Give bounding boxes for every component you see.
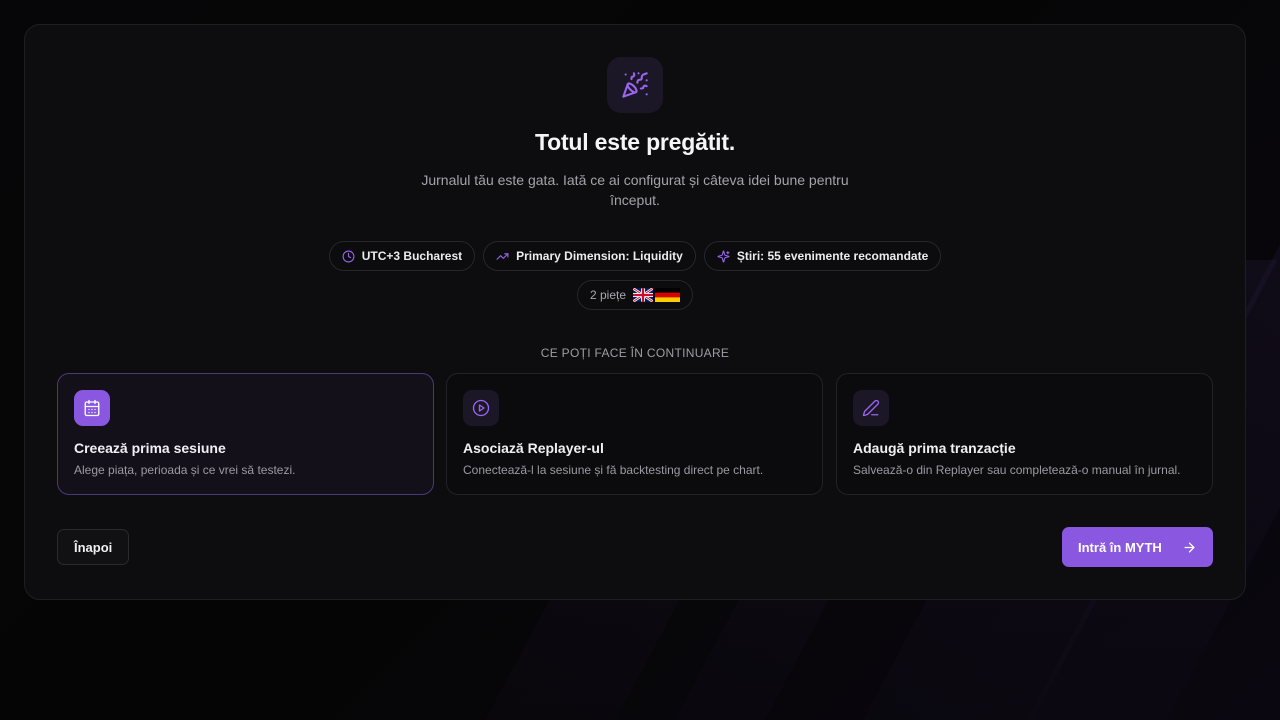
timezone-chip: UTC+3 Bucharest	[328, 241, 476, 271]
arrow-right-icon	[1184, 542, 1195, 552]
markets-row: 2 piețe	[25, 280, 1245, 310]
trending-up-icon	[496, 252, 509, 260]
dimension-chip-label: Primary Dimension: Liquidity	[516, 249, 683, 263]
uk-flag-icon	[633, 288, 654, 302]
news-chip-label: Știri: 55 evenimente recomandate	[736, 249, 929, 263]
markets-chip-label: 2 piețe	[589, 288, 627, 302]
pencil-icon	[853, 390, 889, 426]
tile-description: Alege piața, perioada și ce vrei să test…	[74, 463, 296, 477]
create-session-tile[interactable]: Creează prima sesiune Alege piața, perio…	[57, 373, 434, 495]
enter-myth-label: Intră în MYTH	[1078, 539, 1162, 555]
link-replayer-tile[interactable]: Asociază Replayer-ul Conectează-l la ses…	[446, 373, 823, 495]
play-circle-icon	[463, 390, 499, 426]
markets-chip: 2 piețe	[576, 280, 694, 310]
page-title: Totul este pregătit.	[534, 129, 736, 155]
next-steps-heading: CE POȚI FACE ÎN CONTINUARE	[540, 346, 730, 360]
sparkles-icon	[717, 250, 730, 262]
calendar-icon	[74, 390, 110, 426]
enter-myth-button[interactable]: Intră în MYTH	[1062, 527, 1213, 567]
tile-title: Adaugă prima tranzacție	[853, 440, 1016, 456]
tile-title: Asociază Replayer-ul	[463, 440, 604, 456]
onboarding-complete-card: Totul este pregătit. Jurnalul tău este g…	[24, 24, 1246, 600]
next-steps-grid: Creează prima sesiune Alege piața, perio…	[57, 373, 1213, 495]
page-subtitle: Jurnalul tău este gata. Iată ce ai confi…	[421, 172, 849, 208]
germany-flag-icon	[655, 288, 681, 302]
back-button[interactable]: Înapoi	[57, 529, 130, 565]
tile-description: Salvează-o din Replayer sau completează-…	[853, 463, 1181, 477]
add-trade-tile[interactable]: Adaugă prima tranzacție Salvează-o din R…	[836, 373, 1213, 495]
news-chip: Știri: 55 evenimente recomandate	[703, 241, 942, 271]
timezone-chip-label: UTC+3 Bucharest	[361, 249, 463, 263]
summary-chips: UTC+3 Bucharest Primary Dimension: Liqui…	[25, 241, 1245, 271]
tile-description: Conectează-l la sesiune și fă backtestin…	[463, 463, 764, 477]
party-popper-icon	[607, 57, 663, 113]
dimension-chip: Primary Dimension: Liquidity	[483, 241, 696, 271]
tile-title: Creează prima sesiune	[74, 440, 226, 456]
clock-icon	[342, 250, 355, 262]
